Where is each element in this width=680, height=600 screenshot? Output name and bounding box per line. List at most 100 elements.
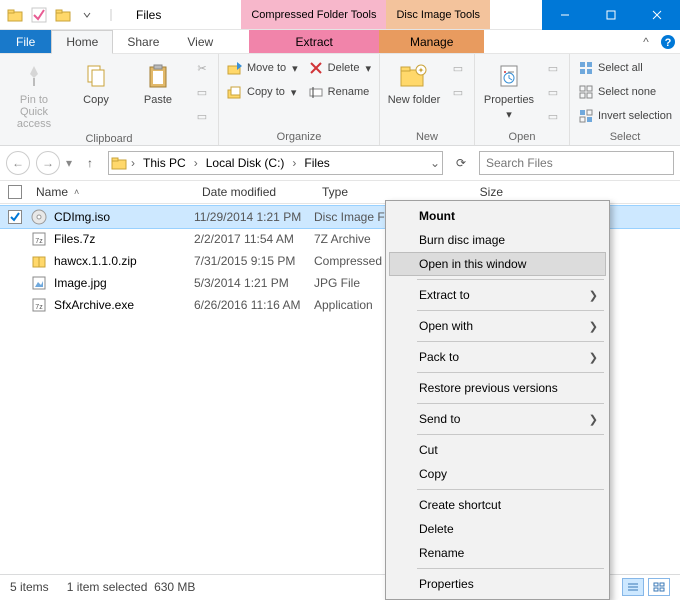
column-name-label: Name bbox=[36, 185, 68, 199]
file-name: hawcx.1.1.0.zip bbox=[54, 254, 194, 268]
edit-icon: ▭ bbox=[545, 84, 561, 100]
chevron-right-icon[interactable]: › bbox=[194, 156, 198, 170]
folder-icon[interactable] bbox=[52, 4, 74, 26]
refresh-button[interactable]: ⟳ bbox=[449, 151, 473, 175]
ctx-mount[interactable]: Mount bbox=[389, 204, 606, 228]
qat-sep-icon bbox=[100, 4, 122, 26]
ctx-rename[interactable]: Rename bbox=[389, 541, 606, 565]
search-input[interactable]: Search Files bbox=[479, 151, 674, 175]
ribbon-collapse-icon[interactable]: ^ bbox=[636, 30, 656, 53]
paste-button[interactable]: Paste bbox=[130, 58, 186, 108]
ctx-extract-to[interactable]: Extract to❯ bbox=[389, 283, 606, 307]
contextual-tab-disc[interactable]: Disc Image Tools bbox=[386, 0, 490, 29]
file-date: 5/3/2014 1:21 PM bbox=[194, 276, 314, 290]
edit-mini-button[interactable]: ▭ bbox=[543, 82, 563, 102]
nav-up-button[interactable]: ↑ bbox=[78, 151, 102, 175]
ctx-copy[interactable]: Copy bbox=[389, 462, 606, 486]
nav-history-dropdown[interactable]: ▾ bbox=[66, 156, 72, 170]
ctx-burn[interactable]: Burn disc image bbox=[389, 228, 606, 252]
properties-button[interactable]: Properties▾ bbox=[481, 58, 537, 123]
properties-label: Properties bbox=[484, 94, 534, 106]
breadcrumb[interactable]: This PC bbox=[139, 156, 190, 170]
chevron-right-icon: ❯ bbox=[589, 351, 598, 364]
select-none-button[interactable]: Select none bbox=[576, 82, 674, 102]
cut-mini-button[interactable]: ✂ bbox=[192, 58, 212, 78]
address-bar[interactable]: › This PC › Local Disk (C:) › Files ⌄ bbox=[108, 151, 443, 175]
view-icons-button[interactable] bbox=[648, 578, 670, 596]
select-all-button[interactable]: Select all bbox=[576, 58, 674, 78]
open-mini-button[interactable]: ▭ bbox=[543, 58, 563, 78]
tab-extract[interactable]: Extract bbox=[249, 30, 379, 53]
sort-asc-icon: ˄ bbox=[74, 187, 79, 197]
invert-selection-button[interactable]: Invert selection bbox=[576, 106, 674, 126]
chevron-right-icon[interactable]: › bbox=[292, 156, 296, 170]
ctx-open-in-window[interactable]: Open in this window bbox=[389, 252, 606, 276]
move-to-icon bbox=[227, 60, 243, 76]
history-mini-button[interactable]: ▭ bbox=[543, 106, 563, 126]
ctx-separator bbox=[417, 434, 604, 435]
svg-text:✦: ✦ bbox=[418, 66, 425, 75]
ctx-separator bbox=[417, 403, 604, 404]
file-icon bbox=[30, 274, 48, 292]
breadcrumb[interactable]: Local Disk (C:) bbox=[202, 156, 289, 170]
ctx-separator bbox=[417, 489, 604, 490]
group-organize: Move to▾ Copy to▾ Delete▾ Rename Organiz… bbox=[219, 54, 380, 145]
help-icon[interactable]: ? bbox=[656, 30, 680, 53]
rename-button[interactable]: Rename bbox=[306, 82, 373, 102]
view-details-button[interactable] bbox=[622, 578, 644, 596]
paste-shortcut-icon: ▭ bbox=[194, 108, 210, 124]
ctx-send-to[interactable]: Send to❯ bbox=[389, 407, 606, 431]
tab-file[interactable]: File bbox=[0, 30, 51, 53]
new-item-mini-button[interactable]: ▭ bbox=[448, 58, 468, 78]
paste-shortcut-mini-button[interactable]: ▭ bbox=[192, 106, 212, 126]
ctx-cut[interactable]: Cut bbox=[389, 438, 606, 462]
file-name: Files.7z bbox=[54, 232, 194, 246]
maximize-button[interactable] bbox=[588, 0, 634, 30]
folder-icon[interactable] bbox=[4, 4, 26, 26]
minimize-button[interactable] bbox=[542, 0, 588, 30]
column-name[interactable]: Name ˄ bbox=[30, 181, 196, 203]
nav-forward-button[interactable]: → bbox=[36, 151, 60, 175]
breadcrumb[interactable]: Files bbox=[300, 156, 333, 170]
row-checkbox[interactable] bbox=[8, 210, 22, 224]
chevron-right-icon[interactable]: › bbox=[131, 156, 135, 170]
properties-icon bbox=[493, 60, 525, 92]
group-select-label: Select bbox=[576, 130, 674, 143]
group-clipboard: Pin to Quick access Copy Paste ✂ ▭ ▭ Cli… bbox=[0, 54, 219, 145]
tab-share[interactable]: Share bbox=[113, 30, 173, 53]
pin-quick-access-button[interactable]: Pin to Quick access bbox=[6, 58, 62, 132]
address-dropdown-icon[interactable]: ⌄ bbox=[430, 156, 440, 170]
close-button[interactable] bbox=[634, 0, 680, 30]
tab-home[interactable]: Home bbox=[51, 30, 113, 54]
delete-label: Delete bbox=[328, 62, 360, 74]
chevron-right-icon: ❯ bbox=[589, 413, 598, 426]
new-folder-button[interactable]: ✦ New folder bbox=[386, 58, 442, 108]
ctx-pack-to[interactable]: Pack to❯ bbox=[389, 345, 606, 369]
column-date[interactable]: Date modified bbox=[196, 181, 316, 203]
qat-checked-icon[interactable] bbox=[28, 4, 50, 26]
copy-button[interactable]: Copy bbox=[68, 58, 124, 108]
quick-access-toolbar bbox=[0, 0, 126, 29]
select-all-checkbox[interactable] bbox=[8, 185, 22, 199]
contextual-tab-compressed[interactable]: Compressed Folder Tools bbox=[241, 0, 386, 29]
tab-view[interactable]: View bbox=[173, 30, 227, 53]
file-date: 7/31/2015 9:15 PM bbox=[194, 254, 314, 268]
easy-access-mini-button[interactable]: ▭ bbox=[448, 82, 468, 102]
ctx-shortcut[interactable]: Create shortcut bbox=[389, 493, 606, 517]
ctx-open-with[interactable]: Open with❯ bbox=[389, 314, 606, 338]
move-to-button[interactable]: Move to▾ bbox=[225, 58, 300, 78]
paste-icon bbox=[142, 60, 174, 92]
qat-dropdown-icon[interactable] bbox=[76, 4, 98, 26]
rename-label: Rename bbox=[328, 86, 370, 98]
copy-to-button[interactable]: Copy to▾ bbox=[225, 82, 300, 102]
delete-button[interactable]: Delete▾ bbox=[306, 58, 373, 78]
ctx-properties[interactable]: Properties bbox=[389, 572, 606, 596]
tab-manage[interactable]: Manage bbox=[379, 30, 484, 53]
group-open: Properties▾ ▭ ▭ ▭ Open bbox=[475, 54, 570, 145]
invert-selection-icon bbox=[578, 108, 594, 124]
copy-path-mini-button[interactable]: ▭ bbox=[192, 82, 212, 102]
ctx-separator bbox=[417, 279, 604, 280]
nav-back-button[interactable]: ← bbox=[6, 151, 30, 175]
ctx-delete[interactable]: Delete bbox=[389, 517, 606, 541]
ctx-restore[interactable]: Restore previous versions bbox=[389, 376, 606, 400]
